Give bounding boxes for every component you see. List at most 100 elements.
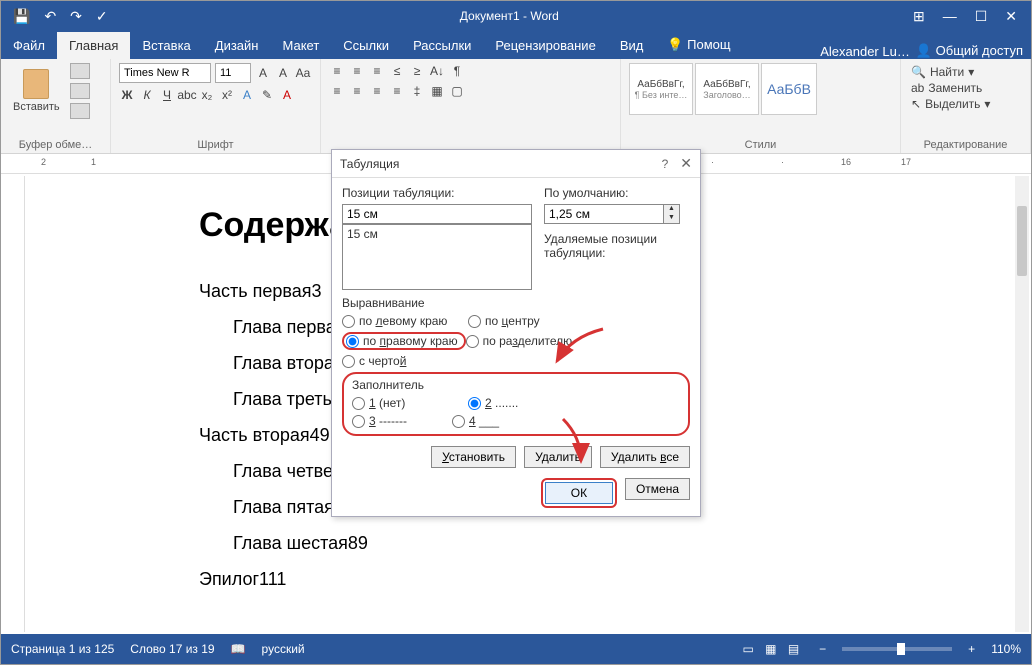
web-layout-icon[interactable]: ▤ <box>788 642 799 656</box>
highlight-icon[interactable]: ✎ <box>259 87 275 103</box>
shading-icon[interactable]: ▦ <box>429 83 445 99</box>
ok-button[interactable]: ОК <box>545 482 613 504</box>
tab-position-list[interactable]: 15 см <box>342 224 532 290</box>
justify-icon[interactable]: ≡ <box>389 83 405 99</box>
tab-review[interactable]: Рецензирование <box>483 32 607 59</box>
tab-view[interactable]: Вид <box>608 32 656 59</box>
text-effects-icon[interactable]: A <box>239 87 255 103</box>
change-case-icon[interactable]: Aa <box>295 65 311 81</box>
ruler-vertical[interactable] <box>7 176 25 632</box>
share-button[interactable]: 👤 Общий доступ <box>916 43 1023 59</box>
shrink-font-icon[interactable]: A <box>275 65 291 81</box>
superscript-button[interactable]: x² <box>219 87 235 103</box>
tab-design[interactable]: Дизайн <box>203 32 271 59</box>
tab-tell-me[interactable]: 💡 Помощ <box>655 31 742 59</box>
style-normal[interactable]: АаБбВвГг, ¶ Без инте… <box>629 63 693 115</box>
align-right-icon[interactable]: ≡ <box>369 83 385 99</box>
indent-inc-icon[interactable]: ≥ <box>409 63 425 79</box>
read-mode-icon[interactable]: ▭ <box>742 642 753 656</box>
style-heading[interactable]: АаБбВвГг, Заголово… <box>695 63 759 115</box>
zoom-slider[interactable] <box>842 647 952 651</box>
redo-icon[interactable]: ↷ <box>70 8 82 25</box>
annotation-arrow-1 <box>551 327 611 372</box>
numbering-icon[interactable]: ≡ <box>349 63 365 79</box>
maximize-icon[interactable]: ☐ <box>975 8 988 25</box>
find-button[interactable]: 🔍Найти ▾ <box>911 65 1020 79</box>
scrollbar-thumb[interactable] <box>1017 206 1027 276</box>
ribbon-options-icon[interactable]: ⊞ <box>913 8 925 25</box>
italic-button[interactable]: К <box>139 87 155 103</box>
spell-icon[interactable]: ✓ <box>96 8 108 25</box>
user-name[interactable]: Alexander Lu… <box>820 44 910 59</box>
tab-file[interactable]: Файл <box>1 32 57 59</box>
group-label: Шрифт <box>119 139 312 151</box>
spinner-buttons[interactable]: ▲▼ <box>664 204 680 224</box>
align-left-icon[interactable]: ≡ <box>329 83 345 99</box>
vertical-scrollbar[interactable] <box>1015 176 1029 632</box>
tab-home[interactable]: Главная <box>57 32 130 59</box>
tab-position-input[interactable] <box>342 204 532 224</box>
set-button[interactable]: Установить <box>431 446 516 468</box>
cut-button[interactable] <box>70 63 90 79</box>
clear-all-button[interactable]: Удалить все <box>600 446 690 468</box>
borders-icon[interactable]: ▢ <box>449 83 465 99</box>
leader-group: Заполнитель 1 (нет) 2 ....... 3 ------- … <box>342 372 690 436</box>
align-left-radio[interactable]: по левому краю <box>342 314 468 328</box>
align-center-icon[interactable]: ≡ <box>349 83 365 99</box>
cancel-button[interactable]: Отмена <box>625 478 690 500</box>
select-button[interactable]: ↖Выделить ▾ <box>911 97 1020 111</box>
replace-button[interactable]: abЗаменить <box>911 81 1020 95</box>
spell-check-icon[interactable]: 📖 <box>231 642 246 656</box>
font-color-icon[interactable]: A <box>279 87 295 103</box>
language[interactable]: русский <box>262 642 305 656</box>
sort-icon[interactable]: A↓ <box>429 63 445 79</box>
tab-mailings[interactable]: Рассылки <box>401 32 483 59</box>
page-number[interactable]: Страница 1 из 125 <box>11 642 114 656</box>
grow-font-icon[interactable]: A <box>255 65 271 81</box>
replace-icon: ab <box>911 81 924 95</box>
zoom-level[interactable]: 110% <box>991 642 1021 656</box>
copy-button[interactable] <box>70 83 90 99</box>
leader-none-radio[interactable]: 1 (нет) <box>352 396 468 410</box>
tab-position-label: Позиции табуляции: <box>342 186 532 200</box>
list-item[interactable]: 15 см <box>347 227 527 241</box>
zoom-out-icon[interactable]: − <box>819 642 826 656</box>
multilevel-icon[interactable]: ≡ <box>369 63 385 79</box>
underline-button[interactable]: Ч <box>159 87 175 103</box>
close-dialog-icon[interactable]: ✕ <box>680 155 692 172</box>
toc-entry: Глава шестая89 <box>199 525 1013 561</box>
default-stops-input[interactable] <box>544 204 664 224</box>
leader-dashes-radio[interactable]: 3 ------- <box>352 414 452 428</box>
align-bar-radio[interactable]: с чертой <box>342 354 468 368</box>
style-title[interactable]: АаБбВ <box>761 63 817 115</box>
undo-icon[interactable]: ↶ <box>44 8 56 25</box>
help-icon[interactable]: ? <box>662 157 669 171</box>
print-layout-icon[interactable]: ▦ <box>765 642 776 656</box>
tab-references[interactable]: Ссылки <box>331 32 401 59</box>
tabs-dialog: Табуляция ? ✕ Позиции табуляции: 15 см П… <box>331 149 701 517</box>
zoom-in-icon[interactable]: + <box>968 642 975 656</box>
minimize-icon[interactable]: — <box>943 8 957 25</box>
subscript-button[interactable]: x₂ <box>199 87 215 103</box>
tab-insert[interactable]: Вставка <box>130 32 202 59</box>
alignment-label: Выравнивание <box>342 296 690 310</box>
font-name-combo[interactable] <box>119 63 211 83</box>
paste-button[interactable]: Вставить <box>9 67 64 115</box>
tab-layout[interactable]: Макет <box>270 32 331 59</box>
show-marks-icon[interactable]: ¶ <box>449 63 465 79</box>
bold-button[interactable]: Ж <box>119 87 135 103</box>
bullets-icon[interactable]: ≡ <box>329 63 345 79</box>
indent-dec-icon[interactable]: ≤ <box>389 63 405 79</box>
line-spacing-icon[interactable]: ‡ <box>409 83 425 99</box>
font-size-combo[interactable] <box>215 63 251 83</box>
save-icon[interactable]: 💾 <box>13 8 30 25</box>
format-painter-button[interactable] <box>70 103 90 119</box>
align-right-radio[interactable]: по правому краю <box>342 332 466 350</box>
align-center-radio[interactable]: по центру <box>468 314 594 328</box>
word-count[interactable]: Слово 17 из 19 <box>130 642 214 656</box>
quick-access-toolbar: 💾 ↶ ↷ ✓ <box>1 8 120 25</box>
close-icon[interactable]: ✕ <box>1005 8 1017 25</box>
group-label: Редактирование <box>909 139 1022 151</box>
leader-dots-radio[interactable]: 2 ....... <box>468 396 584 410</box>
strike-button[interactable]: abc <box>179 87 195 103</box>
